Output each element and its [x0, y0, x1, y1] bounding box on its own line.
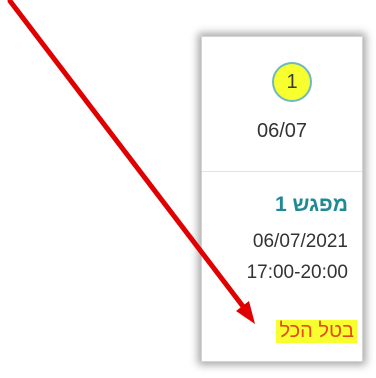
screenshot-stage: 1 06/07 מפגש 1 06/07/2021 17:00-20:00 בט… [0, 0, 376, 378]
red-arrow-icon [7, 0, 255, 324]
